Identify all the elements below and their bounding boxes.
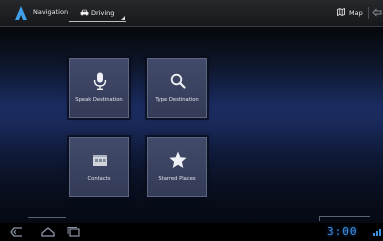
- travel-mode-spinner[interactable]: Driving: [69, 4, 126, 22]
- speak-destination-label: Speak Destination: [75, 97, 123, 103]
- navigation-screen: Navigation Driving Map Speak Destination…: [0, 0, 383, 241]
- system-bar: 3:00: [0, 223, 383, 241]
- type-destination-label: Type Destination: [155, 97, 199, 103]
- speak-destination-tile[interactable]: Speak Destination: [69, 58, 129, 118]
- spinner-arrow-icon: [121, 16, 125, 20]
- back-icon[interactable]: [9, 226, 25, 238]
- recent-apps-icon[interactable]: [66, 226, 82, 238]
- home-icon[interactable]: [40, 226, 56, 238]
- map-label: Map: [349, 9, 363, 17]
- star-icon: [169, 151, 187, 168]
- map-icon: [337, 8, 345, 16]
- navigation-arrow-icon[interactable]: [15, 6, 27, 20]
- app-title: Navigation: [33, 8, 69, 16]
- car-icon: [80, 9, 89, 16]
- map-button[interactable]: Map: [336, 5, 368, 20]
- contacts-tile[interactable]: Contacts: [69, 137, 129, 197]
- signal-status-icon[interactable]: [372, 227, 383, 237]
- bottom-divider-right: [319, 216, 370, 221]
- contacts-icon: [93, 155, 107, 166]
- action-bar: Navigation Driving Map: [0, 0, 383, 27]
- contacts-label: Contacts: [87, 176, 111, 182]
- starred-places-tile[interactable]: Starred Places: [147, 137, 207, 197]
- overflow-icon[interactable]: [372, 8, 382, 17]
- type-destination-tile[interactable]: Type Destination: [147, 58, 207, 118]
- action-divider: [368, 7, 369, 19]
- microphone-icon: [93, 72, 107, 90]
- travel-mode-label: Driving: [91, 9, 115, 17]
- bottom-divider-left: [28, 217, 66, 218]
- starred-places-label: Starred Places: [158, 176, 196, 182]
- clock[interactable]: 3:00: [327, 225, 358, 238]
- search-icon: [170, 73, 186, 89]
